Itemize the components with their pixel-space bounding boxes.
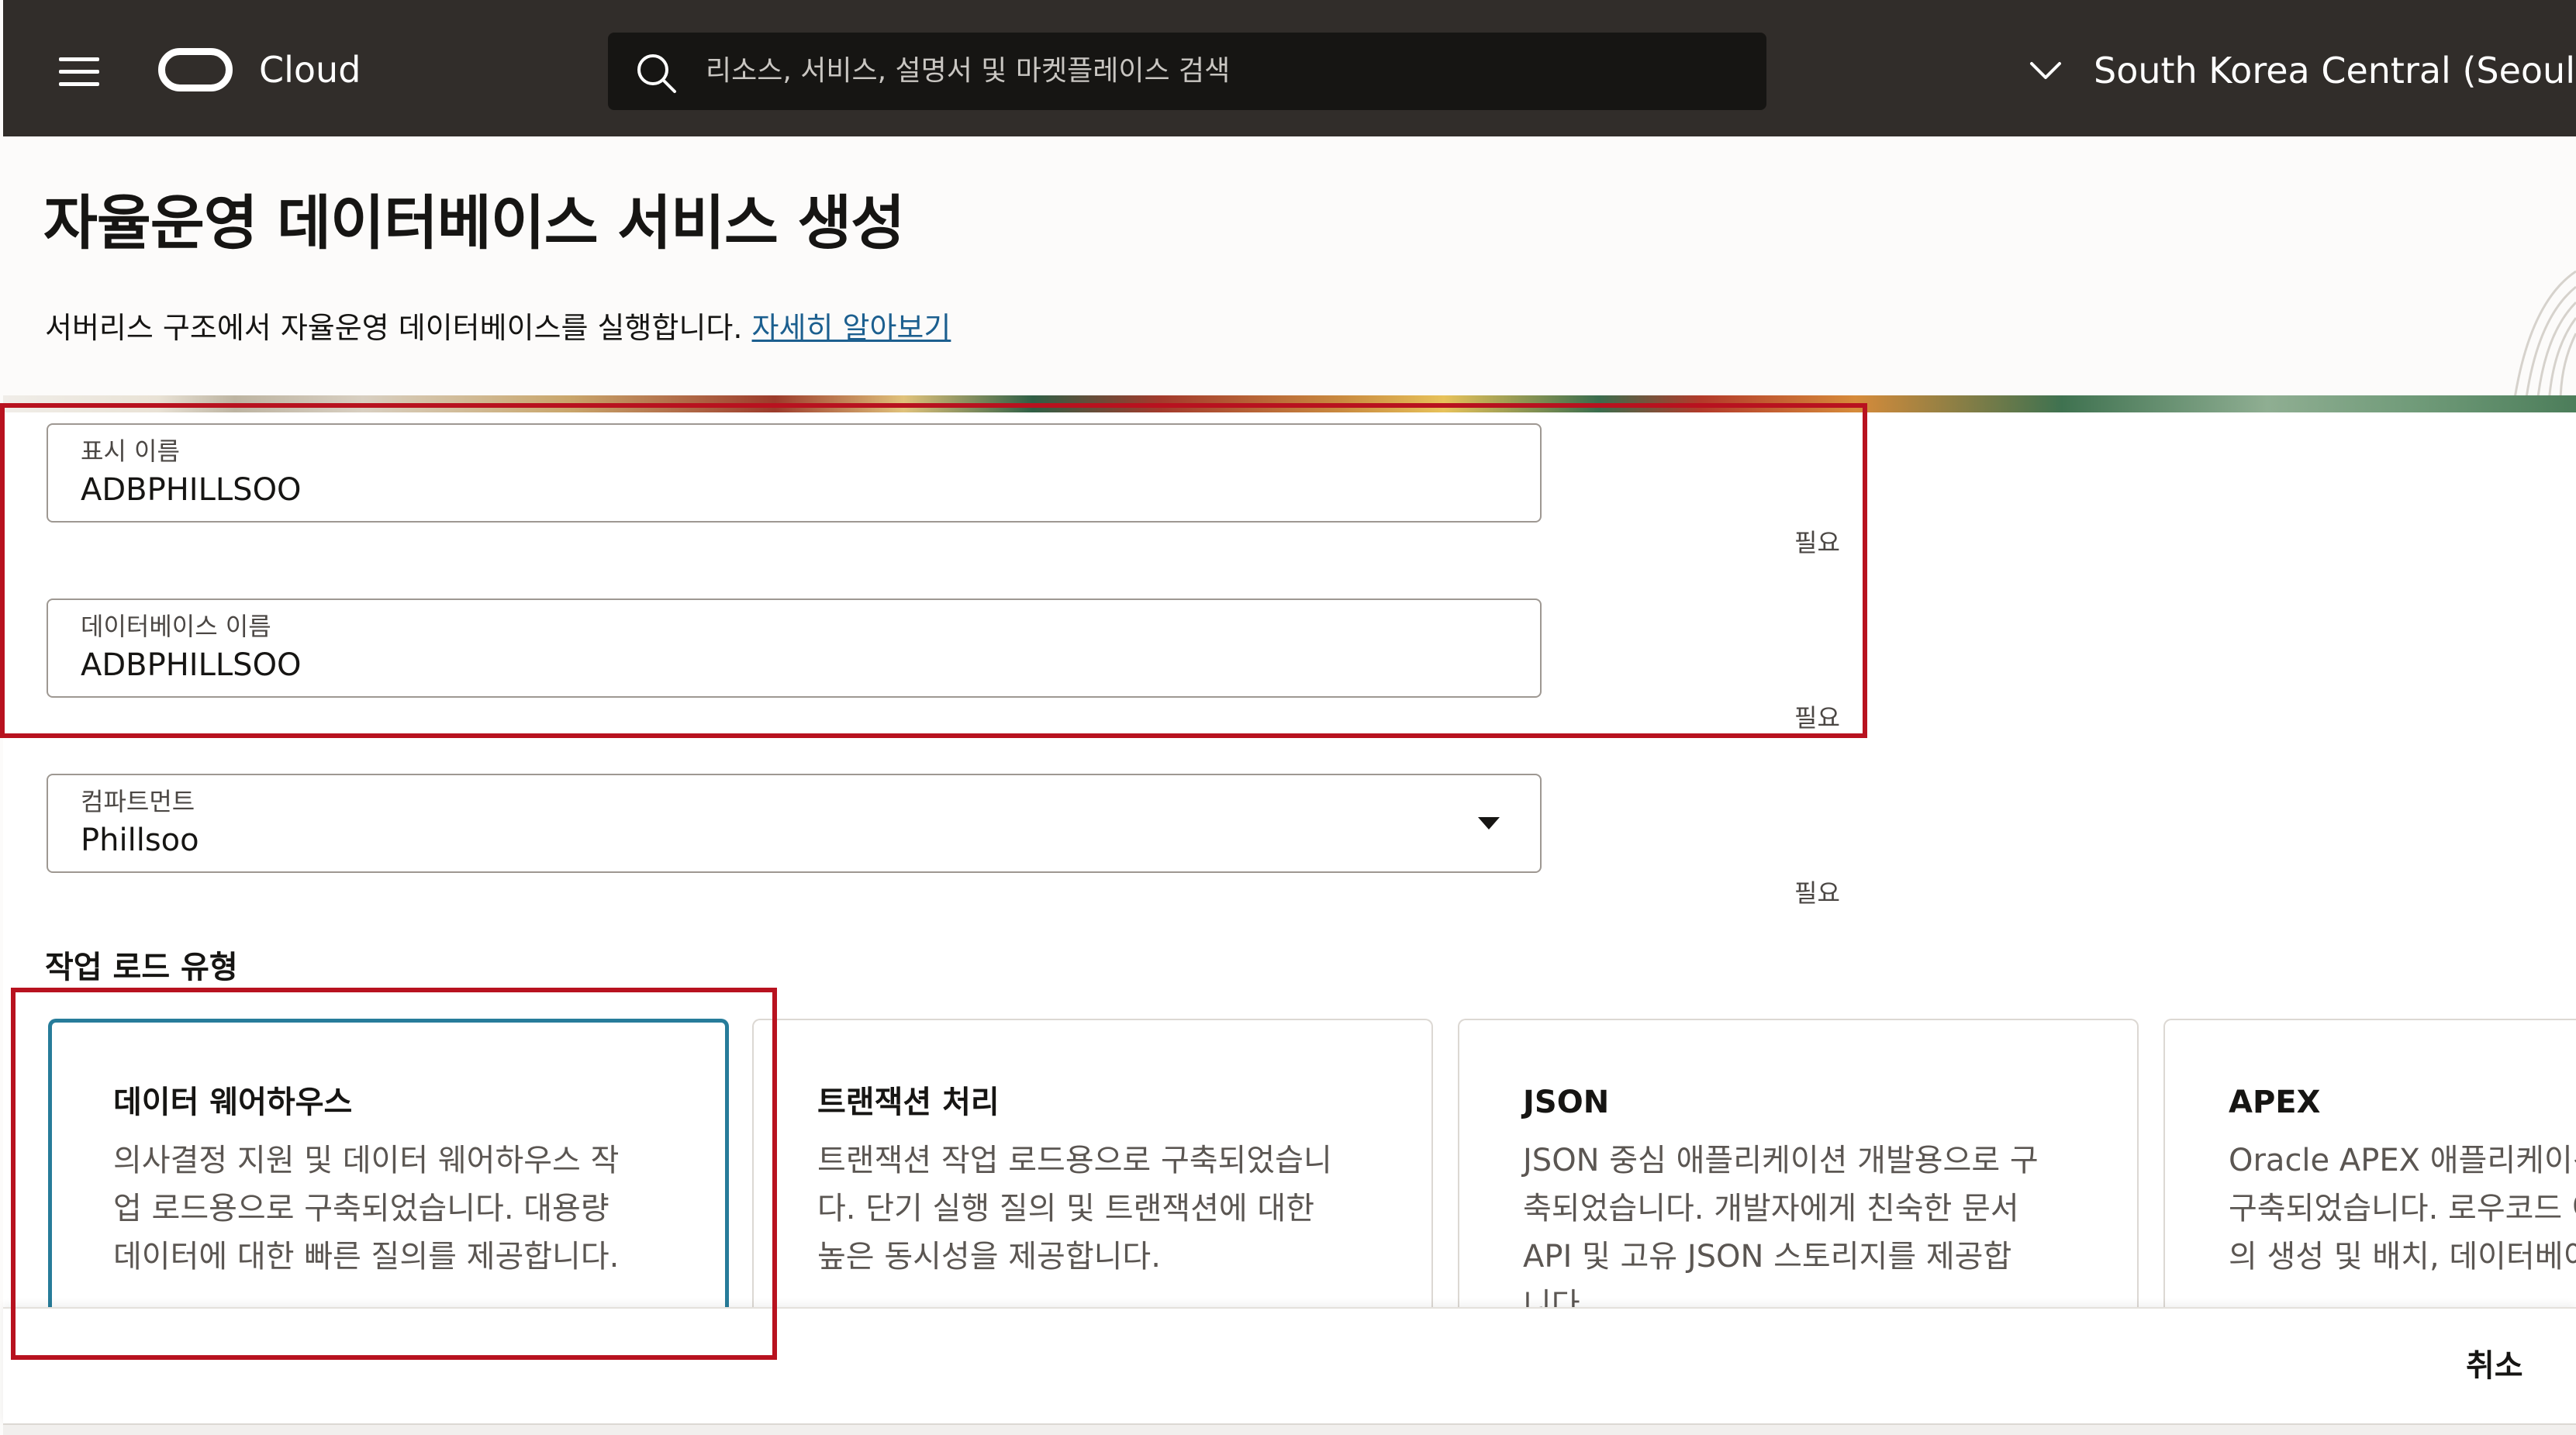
oracle-logo-icon[interactable] [158, 48, 233, 91]
action-footer [3, 1307, 2576, 1425]
card-title: 데이터 웨어하우스 [113, 1085, 353, 1120]
card-description: 의사결정 지원 및 데이터 웨어하우스 작 업 로드용으로 구축되었습니다. 대… [113, 1143, 620, 1275]
compartment-label: 컴파트먼트 [81, 787, 195, 816]
database-name-required: 필요 [1794, 703, 1840, 733]
workload-card-json[interactable]: JSON JSON 중심 애플리케이션 개발용으로 구 축되었습니다. 개발자에… [1458, 1019, 2139, 1312]
workload-card-transaction-processing[interactable]: 트랜잭션 처리 트랜잭션 작업 로드용으로 구축되었습니 다. 단기 실행 질의… [752, 1019, 1433, 1312]
database-name-value: ADBPHILLSOO [81, 647, 302, 683]
card-title: APEX [2229, 1085, 2321, 1120]
workload-card-apex[interactable]: APEX Oracle APEX 애플리케이션 개발용으로 구축되었습니다. 로… [2163, 1019, 2576, 1312]
card-description: Oracle APEX 애플리케이션 개발용으로 구축되었습니다. 로우코드 애… [2229, 1143, 2576, 1275]
app-root: Cloud 리소스, 서비스, 설명서 및 마켓플레이스 검색 South Ko… [0, 0, 2576, 1435]
display-name-field[interactable]: 표시 이름 ADBPHILLSOO [47, 423, 1542, 523]
footer-divider [3, 1423, 2576, 1435]
caret-down-icon[interactable] [1478, 817, 1500, 830]
card-title: JSON [1523, 1085, 1610, 1120]
compartment-value: Phillsoo [81, 823, 199, 858]
workload-card-data-warehouse[interactable]: 데이터 웨어하우스 의사결정 지원 및 데이터 웨어하우스 작 업 로드용으로 … [48, 1019, 729, 1312]
learn-more-link[interactable]: 자세히 알아보기 [752, 311, 951, 345]
card-title: 트랜잭션 처리 [817, 1085, 1000, 1120]
chevron-down-icon [2030, 62, 2061, 79]
search-placeholder: 리소스, 서비스, 설명서 및 마켓플레이스 검색 [706, 55, 1231, 87]
region-label: South Korea Central (Seoul) [2094, 50, 2576, 91]
brand-name[interactable]: Cloud [259, 47, 361, 93]
hamburger-menu-icon[interactable] [59, 57, 99, 87]
database-name-field[interactable]: 데이터베이스 이름 ADBPHILLSOO [47, 598, 1542, 698]
database-name-label: 데이터베이스 이름 [81, 612, 271, 641]
compartment-required: 필요 [1794, 878, 1840, 908]
workload-type-heading: 작업 로드 유형 [45, 950, 238, 985]
display-name-label: 표시 이름 [81, 436, 180, 466]
cancel-button[interactable]: 취소 [2466, 1346, 2523, 1386]
compartment-select[interactable]: 컴파트먼트 Phillsoo [47, 774, 1542, 873]
search-input[interactable]: 리소스, 서비스, 설명서 및 마켓플레이스 검색 [608, 33, 1766, 110]
decorative-pattern-icon [2512, 270, 2576, 403]
display-name-value: ADBPHILLSOO [81, 472, 302, 508]
card-description: JSON 중심 애플리케이션 개발용으로 구 축되었습니다. 개발자에게 친숙한… [1523, 1143, 2039, 1312]
display-name-required: 필요 [1794, 528, 1840, 557]
page-title: 자율운영 데이터베이스 서비스 생성 [43, 188, 905, 257]
description-text: 서버리스 구조에서 자율운영 데이터베이스를 실행합니다. [45, 311, 743, 345]
card-description: 트랜잭션 작업 로드용으로 구축되었습니 다. 단기 실행 질의 및 트랜잭션에… [817, 1143, 1332, 1275]
search-icon [637, 54, 676, 93]
top-navigation-bar: Cloud 리소스, 서비스, 설명서 및 마켓플레이스 검색 South Ko… [3, 0, 2576, 136]
page-description: 서버리스 구조에서 자율운영 데이터베이스를 실행합니다. 자세히 알아보기 [45, 309, 951, 347]
decorative-banner [3, 395, 2576, 412]
